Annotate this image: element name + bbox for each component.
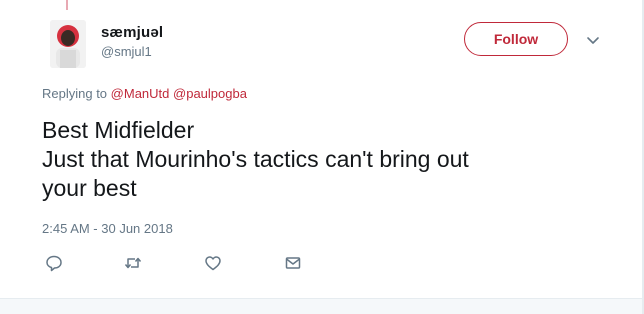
tweet-text-line: Just that Mourinho's tactics can't bring… [42,146,469,172]
mention-link[interactable]: @paulpogba [173,86,247,101]
reply-icon[interactable] [45,254,63,272]
tweet-timestamp[interactable]: 2:45 AM - 30 Jun 2018 [42,221,173,236]
replying-to-line: Replying to @ManUtd @paulpogba [42,86,247,101]
avatar-image [50,20,86,68]
envelope-icon[interactable] [284,254,302,272]
conversation-footer [0,299,644,314]
tweet-text-line: Best Midfielder [42,117,195,143]
thread-connector-line [66,0,68,10]
tweet-text: Best Midfielder Just that Mourinho's tac… [42,116,602,203]
tweet-card: sæmjuəl @smjul1 Follow Replying to @ManU… [0,0,644,314]
author-display-name[interactable]: sæmjuəl [101,24,163,41]
replying-to-label: Replying to [42,86,108,101]
tweet-text-line: your best [42,175,137,201]
avatar[interactable] [50,20,86,68]
heart-icon[interactable] [204,254,222,272]
mention-link[interactable]: @ManUtd [111,86,170,101]
chevron-down-icon[interactable] [584,31,602,49]
retweet-icon[interactable] [124,254,142,272]
author-handle[interactable]: @smjul1 [101,44,152,59]
follow-button[interactable]: Follow [464,22,568,56]
